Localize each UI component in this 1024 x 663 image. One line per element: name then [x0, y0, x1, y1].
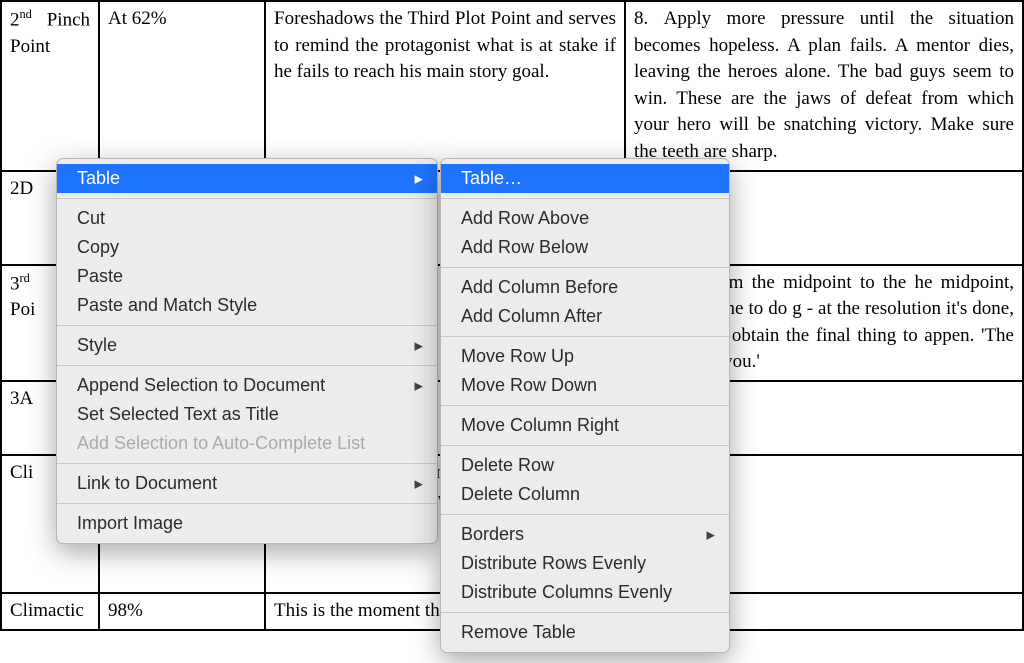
submenu-item-add-row-below[interactable]: Add Row Below [441, 233, 729, 262]
submenu-item-delete-row[interactable]: Delete Row [441, 451, 729, 480]
menu-item-autocomplete: Add Selection to Auto-Complete List [57, 429, 437, 458]
submenu-item-add-row-above[interactable]: Add Row Above [441, 204, 729, 233]
submenu-item-add-col-after[interactable]: Add Column After [441, 302, 729, 331]
table-cell[interactable]: At 62% [99, 1, 265, 171]
menu-item-paste[interactable]: Paste [57, 262, 437, 291]
submenu-item-table-dialog[interactable]: Table… [441, 164, 729, 193]
submenu-item-remove-table[interactable]: Remove Table [441, 618, 729, 647]
submenu-item-distribute-rows[interactable]: Distribute Rows Evenly [441, 549, 729, 578]
submenu-item-add-col-before[interactable]: Add Column Before [441, 273, 729, 302]
context-menu: Table Cut Copy Paste Paste and Match Sty… [56, 158, 438, 544]
submenu-item-borders[interactable]: Borders [441, 520, 729, 549]
menu-separator [441, 267, 729, 268]
menu-separator [57, 463, 437, 464]
menu-item-import-image[interactable]: Import Image [57, 509, 437, 538]
menu-separator [441, 445, 729, 446]
menu-separator [441, 198, 729, 199]
table-row: 2nd Pinch PointAt 62%Foreshadows the Thi… [1, 1, 1023, 171]
table-submenu: Table… Add Row Above Add Row Below Add C… [440, 158, 730, 653]
menu-separator [57, 325, 437, 326]
menu-item-copy[interactable]: Copy [57, 233, 437, 262]
submenu-item-move-row-up[interactable]: Move Row Up [441, 342, 729, 371]
menu-separator [441, 336, 729, 337]
submenu-item-distribute-cols[interactable]: Distribute Columns Evenly [441, 578, 729, 607]
table-cell[interactable]: Climactic [1, 593, 99, 630]
menu-item-paste-match-style[interactable]: Paste and Match Style [57, 291, 437, 320]
table-cell[interactable]: 8. Apply more pressure until the situati… [625, 1, 1023, 171]
menu-separator [441, 405, 729, 406]
table-cell[interactable]: 2nd Pinch Point [1, 1, 99, 171]
menu-separator [57, 503, 437, 504]
menu-separator [441, 612, 729, 613]
submenu-item-move-col-right[interactable]: Move Column Right [441, 411, 729, 440]
menu-item-append-selection[interactable]: Append Selection to Document [57, 371, 437, 400]
menu-separator [57, 365, 437, 366]
menu-separator [57, 198, 437, 199]
menu-item-table[interactable]: Table [57, 164, 437, 193]
submenu-item-delete-col[interactable]: Delete Column [441, 480, 729, 509]
menu-item-set-title[interactable]: Set Selected Text as Title [57, 400, 437, 429]
menu-item-link-document[interactable]: Link to Document [57, 469, 437, 498]
menu-item-cut[interactable]: Cut [57, 204, 437, 233]
submenu-item-move-row-down[interactable]: Move Row Down [441, 371, 729, 400]
table-cell[interactable]: Foreshadows the Third Plot Point and ser… [265, 1, 625, 171]
menu-item-style[interactable]: Style [57, 331, 437, 360]
table-cell[interactable]: 98% [99, 593, 265, 630]
menu-separator [441, 514, 729, 515]
